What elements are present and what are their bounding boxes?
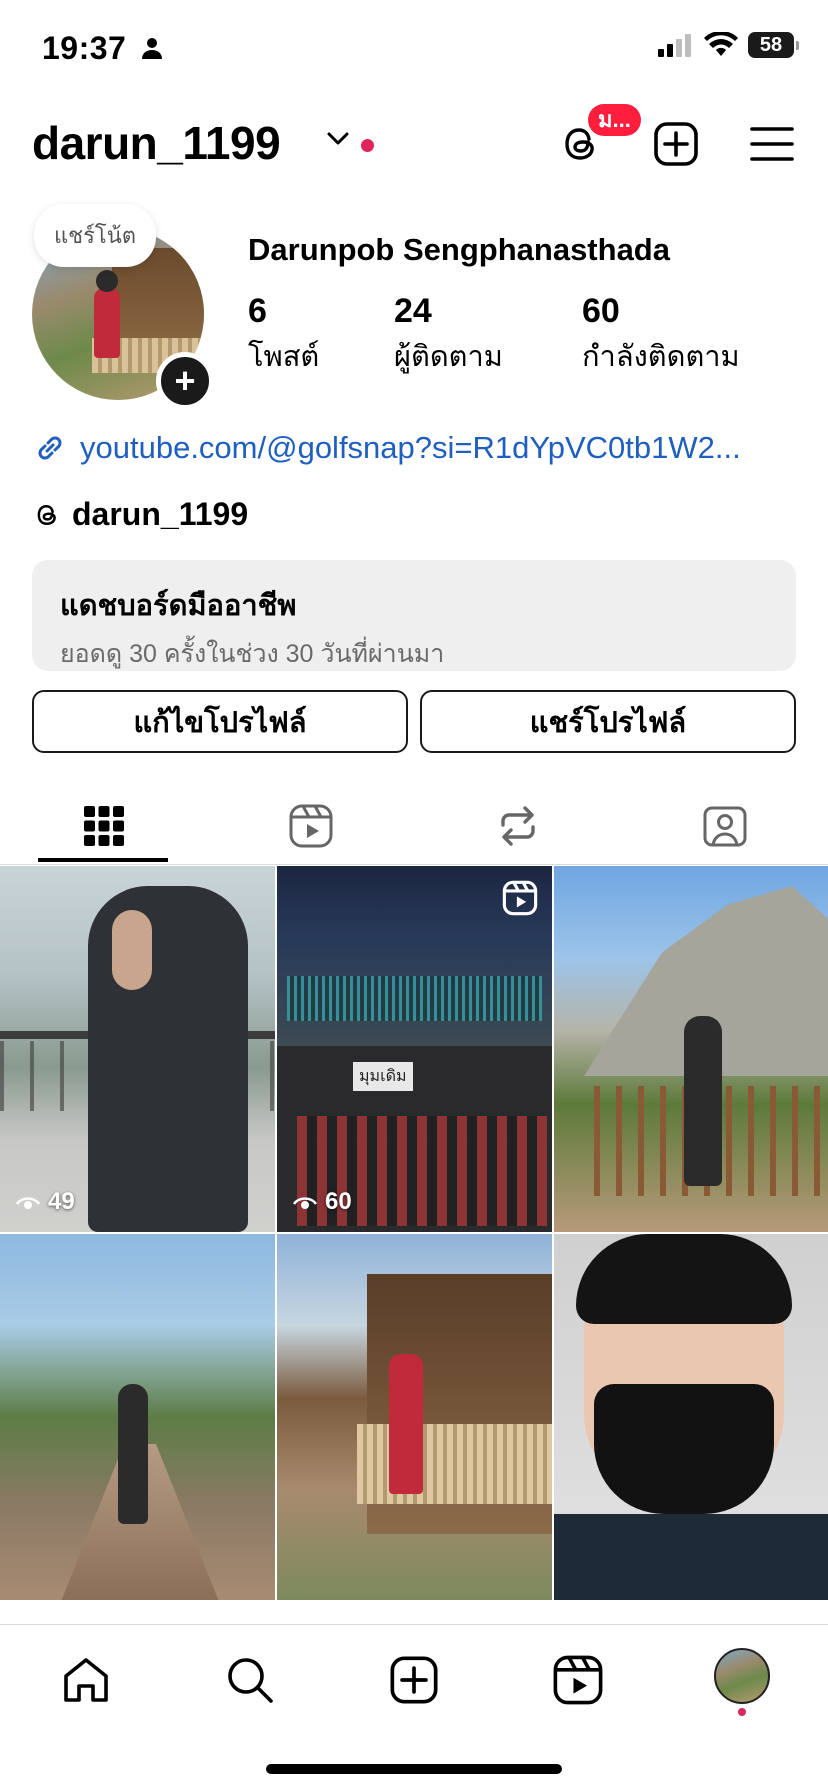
stat-label: ผู้ติดตาม (394, 341, 503, 373)
post-thumbnail[interactable] (554, 866, 828, 1232)
status-time: 19:37 (42, 30, 127, 66)
repost-icon (500, 806, 535, 846)
tab-divider (0, 864, 828, 865)
nav-create[interactable] (384, 1650, 444, 1710)
tagged-person-icon (703, 806, 746, 847)
stat-followers[interactable]: 24 ผู้ติดตาม (394, 292, 503, 379)
threads-icon (37, 504, 56, 525)
stat-value: 24 (394, 292, 432, 330)
tab-reposts[interactable] (414, 790, 621, 862)
view-count-value: 49 (48, 1188, 75, 1215)
link-icon (38, 436, 62, 460)
create-post-icon[interactable] (652, 120, 700, 168)
stat-following[interactable]: 60 กำลังติดตาม (582, 292, 740, 379)
nav-profile-avatar[interactable] (714, 1648, 770, 1704)
profile-activity-dot (738, 1708, 746, 1716)
view-count: 49 (16, 1188, 75, 1216)
battery-indicator: 58 (748, 32, 799, 58)
threads-handle: darun_1199 (72, 496, 249, 532)
threads-badge: ม... (588, 104, 641, 136)
menu-icon[interactable] (748, 120, 796, 168)
stat-posts[interactable]: 6 โพสต์ (248, 292, 319, 379)
signal-icon (658, 34, 691, 57)
wifi-icon (704, 32, 738, 56)
tab-posts-grid[interactable] (0, 790, 207, 862)
post-thumbnail[interactable] (554, 1234, 828, 1600)
bottom-nav-divider (0, 1624, 828, 1625)
profile-link[interactable]: youtube.com/@golfsnap?si=R1dYpVC0tb1W2..… (32, 430, 741, 466)
profile-full-name: Darunpob Sengphanasthada (248, 232, 670, 267)
home-indicator (266, 1764, 562, 1774)
search-icon (228, 1658, 273, 1703)
share-profile-button[interactable]: แชร์โปรไฟล์ (420, 690, 796, 753)
share-note-bubble[interactable]: แชร์โน้ต (34, 204, 157, 267)
notification-dot (361, 139, 374, 152)
nav-reels[interactable] (548, 1650, 608, 1710)
post-thumbnail[interactable] (0, 1234, 275, 1600)
post-thumbnail[interactable]: มุมเดิม 60 (277, 866, 552, 1232)
post-caption-sticker: มุมเดิม (353, 1062, 413, 1091)
home-icon (64, 1658, 108, 1702)
reels-icon (553, 1655, 603, 1705)
stat-label: โพสต์ (248, 341, 320, 373)
dashboard-subtitle: ยอดดู 30 ครั้งในช่วง 30 วันที่ผ่านมา (60, 640, 445, 668)
post-thumbnail[interactable]: 49 (0, 866, 275, 1232)
dashboard-title: แดชบอร์ดมืออาชีพ (60, 590, 297, 622)
status-indicators: 58 (658, 32, 799, 58)
views-icon (16, 1197, 40, 1209)
post-thumbnail[interactable] (277, 1234, 552, 1600)
view-count-value: 60 (325, 1188, 352, 1215)
view-count: 60 (293, 1188, 352, 1216)
tab-tagged[interactable] (621, 790, 828, 862)
stat-value: 6 (248, 292, 267, 330)
tab-reels[interactable] (207, 790, 414, 862)
add-story-button[interactable]: + (156, 352, 214, 410)
reel-badge-icon (502, 880, 538, 916)
views-icon (293, 1197, 317, 1209)
edit-profile-button[interactable]: แก้ไขโปรไฟล์ (32, 690, 408, 753)
profile-link-text[interactable]: youtube.com/@golfsnap?si=R1dYpVC0tb1W2..… (80, 430, 741, 466)
nav-search[interactable] (220, 1650, 280, 1710)
stat-value: 60 (582, 292, 620, 330)
professional-dashboard[interactable]: แดชบอร์ดมืออาชีพ ยอดดู 30 ครั้งในช่วง 30… (32, 560, 796, 671)
account-username[interactable]: darun_1199 (32, 116, 281, 170)
reels-icon (289, 804, 332, 848)
active-tab-indicator (38, 858, 168, 862)
person-icon (142, 38, 162, 59)
create-icon (390, 1656, 438, 1704)
stat-label: กำลังติดตาม (582, 341, 740, 373)
grid-icon (83, 806, 124, 846)
threads-profile-link[interactable]: darun_1199 (32, 496, 248, 533)
chevron-down-icon[interactable] (326, 130, 350, 148)
nav-home[interactable] (56, 1650, 116, 1710)
